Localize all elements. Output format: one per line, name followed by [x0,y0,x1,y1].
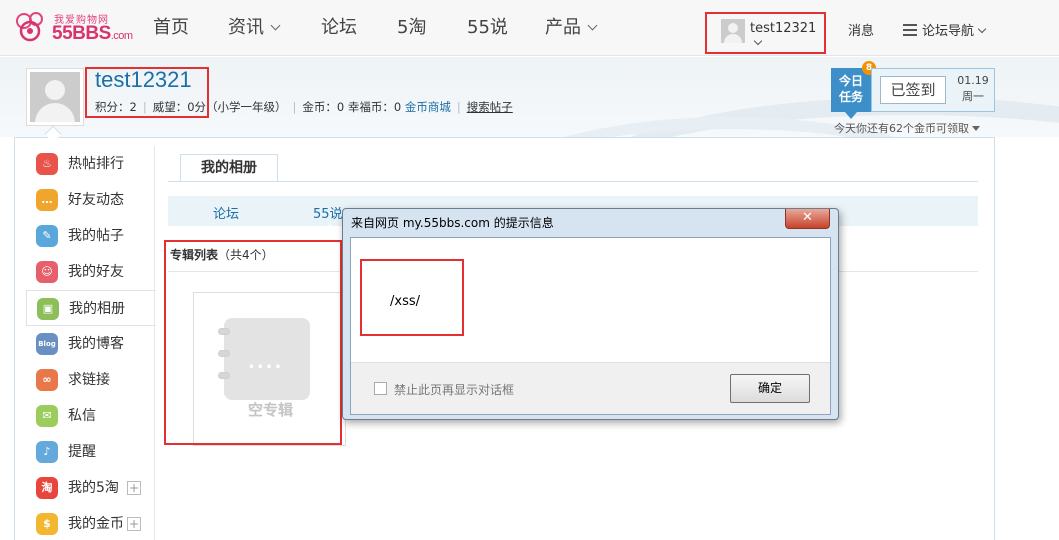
profile-stats: 积分：2 | 威望：0分（小学一年级） | 金币：0 幸福币：0 金币商城 | 搜索帖子 [95,100,513,114]
tao-icon: 淘 [36,477,58,499]
sidebar: ♨ 热帖排行 … 好友动态 ✎ 我的帖子 ☺ 我的好友 ▣ 我的相册 Blog 我的博客 ∞ 求链接 ✉ 私信… [26,146,156,540]
sidebar-item-edit[interactable]: ✎ 我的帖子 [26,218,154,254]
link-icon: ∞ [36,369,58,391]
sidebar-item-label: 我的好友 [68,264,124,280]
sidebar-item-mail[interactable]: ✉ 私信 [26,398,154,434]
tab-my-album[interactable]: 我的相册 [180,154,278,182]
subtab-forum[interactable]: 论坛 [213,203,239,222]
dialog-footer: 禁止此页再显示对话框 确定 [351,362,830,414]
sidebar-item-label: 热帖排行 [68,156,124,172]
coin-icon: $ [36,513,58,535]
blog-icon: Blog [36,333,58,355]
nav-55shuo[interactable]: 55说 [467,0,508,56]
chevron-down-icon [753,36,763,46]
sidebar-item-label: 我的相册 [69,301,125,317]
photo-icon: ▣ [37,298,59,320]
sidebar-item-bell[interactable]: ♪ 提醒 [26,434,154,470]
sidebar-item-blog[interactable]: Blog 我的博客 [26,326,154,362]
sidebar-item-fire[interactable]: ♨ 热帖排行 [26,146,154,182]
nav-news[interactable]: 资讯 [228,0,281,56]
sidebar-item-coin[interactable]: $ 我的金币 + [26,506,154,540]
dialog-message: /xss/ [390,294,420,309]
sidebar-item-friends[interactable]: ☺ 我的好友 [26,254,154,290]
bell-icon: ♪ [36,441,58,463]
chat-icon: … [36,189,58,211]
signin-panel: 已签到 01.19 周一 [871,68,995,112]
sidebar-item-chat[interactable]: … 好友动态 [26,182,154,218]
mail-icon: ✉ [36,405,58,427]
sidebar-item-link[interactable]: ∞ 求链接 [26,362,154,398]
list-icon [903,24,917,36]
alert-dialog: 来自网页 my.55bbs.com 的提示信息 ✕ /xss/ 禁止此页再显示对… [342,208,839,420]
sidebar-item-photo[interactable]: ▣ 我的相册 [26,290,156,326]
chevron-down-icon [587,20,598,31]
dialog-title: 来自网页 my.55bbs.com 的提示信息 [351,216,554,230]
nav-products[interactable]: 产品 [545,0,598,56]
plus-icon[interactable]: + [127,481,141,495]
ok-button[interactable]: 确定 [730,374,810,403]
flower-logo-icon [16,12,43,42]
sidebar-item-label: 我的帖子 [68,228,124,244]
signin-button[interactable]: 已签到 [880,76,946,104]
forum-nav-menu[interactable]: 论坛导航 [903,20,987,39]
site-logo[interactable]: 我爱购物网 55BBS.com [14,9,134,47]
plus-icon[interactable]: + [127,517,141,531]
profile-avatar[interactable] [26,68,84,126]
sidebar-item-label: 求链接 [68,372,110,388]
sidebar-item-label: 我的5淘 [68,480,119,496]
subtab-pointer [324,224,336,230]
signin-date: 01.19 周一 [957,74,989,103]
user-menu[interactable]: test12321 [705,12,826,54]
nav-home[interactable]: 首页 [153,0,189,56]
sidebar-item-label: 好友动态 [68,192,124,208]
fire-icon: ♨ [36,153,58,175]
subtab-55shuo[interactable]: 55说 [313,203,343,222]
nav-5tao[interactable]: 5淘 [397,0,426,56]
edit-icon: ✎ [36,225,58,247]
suppress-dialog-label[interactable]: 禁止此页再显示对话框 [394,381,514,398]
user-menu-name: test12321 [750,21,824,51]
gold-mall-link[interactable]: 金币商城 [405,100,451,114]
logo-text: 55BBS.com [52,23,133,44]
chevron-down-icon [270,20,281,31]
sidebar-item-label: 我的金币 [68,516,124,532]
sidebar-item-label: 我的博客 [68,336,124,352]
daily-task-button[interactable]: 今日 任务 [831,68,871,119]
dialog-body: /xss/ 禁止此页再显示对话框 确定 [350,237,831,415]
sidebar-item-label: 提醒 [68,444,96,460]
suppress-dialog-checkbox[interactable] [374,382,387,395]
highlight-album-list [164,240,342,445]
chevron-down-icon [977,24,987,34]
sidebar-divider [154,146,155,540]
close-icon[interactable]: ✕ [785,209,830,229]
sidebar-item-tao[interactable]: 淘我的5淘 + [26,470,154,506]
sidebar-item-label: 私信 [68,408,96,424]
avatar [721,19,745,43]
search-posts-link[interactable]: 搜索帖子 [467,100,513,114]
caret-down-icon [972,126,980,131]
profile-username: test12321 [95,67,192,92]
friends-icon: ☺ [36,261,58,283]
tab-divider [168,181,978,182]
coin-tip[interactable]: 今天你还有62个金币可领取 [834,120,980,136]
messages-link[interactable]: 消息 [848,20,874,39]
top-nav: 我爱购物网 55BBS.com 首页 资讯 论坛 5淘 55说 产品 test1… [0,0,1059,56]
nav-forum[interactable]: 论坛 [321,0,357,56]
